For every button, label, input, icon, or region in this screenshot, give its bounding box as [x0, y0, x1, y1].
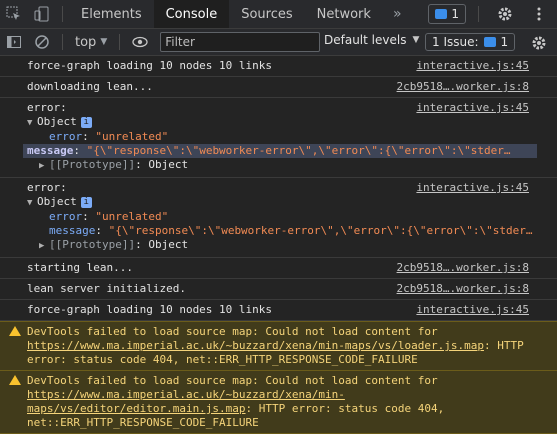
property-row: message: "{\"response\":\"webworker-erro… — [49, 224, 533, 237]
inspect-element-icon[interactable] — [0, 0, 28, 28]
log-row: starting lean... 2cb9518….worker.js:8 — [0, 258, 557, 279]
property-row: error: "unrelated" — [49, 130, 169, 143]
tab-network[interactable]: Network — [305, 0, 383, 28]
more-tabs-button[interactable]: » — [383, 6, 412, 22]
log-row: force-graph loading 10 nodes 10 links in… — [0, 56, 557, 77]
warning-row: DevTools failed to load source map: Coul… — [0, 321, 557, 371]
prototype-key: [[Prototype]] — [49, 238, 136, 251]
toolbar-divider — [478, 6, 479, 22]
live-expression-eye-icon[interactable] — [126, 28, 154, 56]
warning-icon — [9, 326, 21, 336]
prototype-key: [[Prototype]] — [49, 158, 136, 171]
prototype-value: Object — [148, 238, 189, 251]
property-value: "{\"response\":\"webworker-error\",\"err… — [108, 224, 533, 237]
device-toolbar-icon[interactable] — [28, 0, 56, 28]
tab-elements[interactable]: Elements — [69, 0, 154, 28]
expand-caret-icon: ▼ — [27, 118, 33, 128]
log-row: error: interactive.js:45 ▼ Object i error:… — [0, 178, 557, 258]
property-key: message — [27, 144, 74, 157]
log-levels-dropdown[interactable]: Default levels ▼ — [324, 33, 419, 47]
warning-text: DevTools failed to load source map: Coul… — [27, 374, 438, 387]
log-text: force-graph loading 10 nodes 10 links — [27, 303, 273, 316]
context-label: top — [75, 34, 97, 50]
message-icon — [435, 9, 448, 19]
object-label: Object — [37, 195, 77, 208]
collapsed-caret-icon: ▶ — [39, 161, 45, 171]
tab-sources[interactable]: Sources — [229, 0, 304, 28]
warning-row: DevTools failed to load source map: Coul… — [0, 371, 557, 434]
object-header[interactable]: ▼ Object i — [27, 195, 557, 210]
source-link[interactable]: 2cb9518….worker.js:8 — [397, 80, 529, 94]
issues-button[interactable]: 1 Issue: 1 — [425, 33, 516, 51]
sidebar-toggle-icon[interactable] — [0, 28, 28, 56]
property-value: "{\"response\":\"webworker-error\",\"err… — [86, 144, 511, 157]
object-label: Object — [37, 115, 77, 128]
message-icon — [483, 37, 496, 47]
source-link[interactable]: interactive.js:45 — [416, 59, 529, 73]
collapsed-caret-icon: ▶ — [39, 241, 45, 251]
settings-gear-icon[interactable] — [491, 0, 519, 28]
source-link[interactable]: 2cb9518….worker.js:8 — [397, 261, 529, 275]
toolbar-divider — [62, 6, 63, 22]
source-map-link[interactable]: https://www.ma.imperial.ac.uk/~buzzard/x… — [27, 339, 484, 352]
toolbar-divider — [119, 34, 121, 50]
console-toolbar: top ▼ Default levels ▼ 1 Issue: 1 — [0, 29, 557, 56]
warning-icon — [9, 375, 21, 385]
log-row: error: interactive.js:45 ▼ Object i error:… — [0, 98, 557, 178]
info-icon: i — [80, 196, 92, 208]
log-row: downloading lean... 2cb9518….worker.js:8 — [0, 77, 557, 98]
prototype-row[interactable]: ▶ [[Prototype]]: Object — [27, 238, 557, 253]
log-text: starting lean... — [27, 261, 133, 274]
log-row: lean server initialized. 2cb9518….worker… — [0, 279, 557, 300]
log-row: force-graph loading 10 nodes 10 links in… — [0, 300, 557, 321]
property-value: "unrelated" — [95, 130, 169, 143]
toolbar-divider — [62, 34, 63, 50]
filter-input[interactable] — [160, 32, 321, 52]
prototype-value: Object — [148, 158, 189, 171]
messages-count: 1 — [451, 7, 459, 21]
log-text: lean server initialized. — [27, 282, 186, 295]
issues-count: 1 — [500, 35, 509, 49]
property-value: "unrelated" — [95, 210, 169, 223]
info-icon: i — [80, 116, 92, 128]
source-link[interactable]: interactive.js:45 — [416, 101, 529, 115]
more-options-icon[interactable] — [525, 0, 553, 28]
property-row: error: "unrelated" — [49, 210, 169, 223]
expand-caret-icon: ▼ — [27, 198, 33, 208]
devtools-tab-bar: Elements Console Sources Network » 1 — [0, 0, 557, 29]
messages-badge[interactable]: 1 — [428, 4, 466, 24]
property-row-highlighted[interactable]: message: "{\"response\":\"webworker-erro… — [23, 144, 537, 158]
tab-bar-right-tools: 1 — [428, 0, 553, 28]
property-key: error — [49, 210, 83, 223]
object-header[interactable]: ▼ Object i — [27, 115, 557, 130]
source-link[interactable]: interactive.js:45 — [416, 303, 529, 317]
source-link[interactable]: 2cb9518….worker.js:8 — [397, 282, 529, 296]
property-key: error — [49, 130, 83, 143]
log-levels-label: Default levels — [324, 33, 407, 47]
console-log: force-graph loading 10 nodes 10 links in… — [0, 56, 557, 434]
log-text: downloading lean... — [27, 80, 153, 93]
warning-text: DevTools failed to load source map: Coul… — [27, 325, 438, 338]
chevron-down-icon: ▼ — [100, 37, 108, 47]
issues-label: 1 Issue: — [432, 35, 479, 49]
console-settings-gear-icon[interactable] — [525, 29, 553, 57]
source-link[interactable]: interactive.js:45 — [416, 181, 529, 195]
prototype-row[interactable]: ▶ [[Prototype]]: Object — [27, 158, 557, 173]
log-text: force-graph loading 10 nodes 10 links — [27, 59, 273, 72]
tab-console[interactable]: Console — [153, 0, 230, 28]
chevron-down-icon: ▼ — [412, 35, 420, 45]
clear-console-icon[interactable] — [28, 28, 56, 56]
property-key: message — [49, 224, 96, 237]
context-selector[interactable]: top ▼ — [69, 35, 113, 50]
